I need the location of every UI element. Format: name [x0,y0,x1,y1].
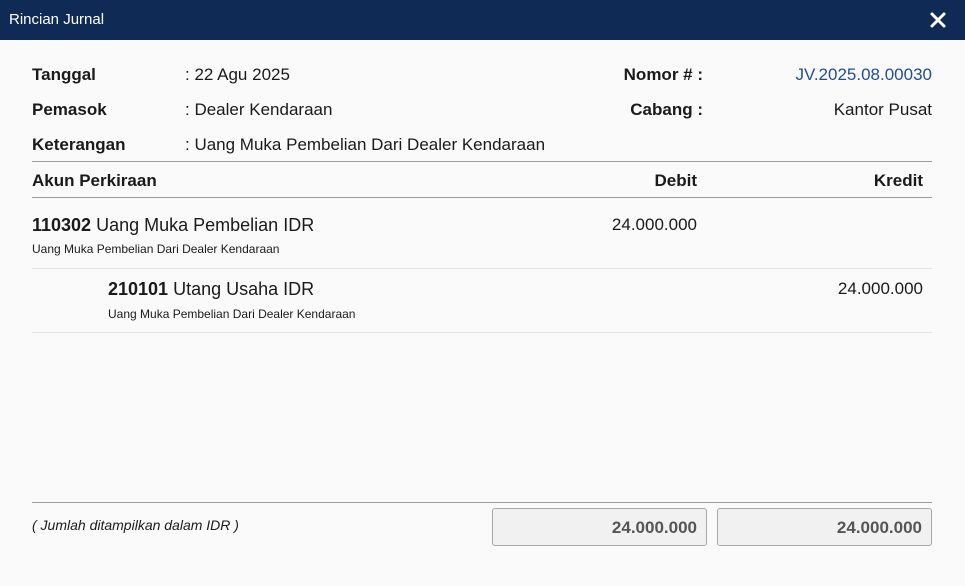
nomor-link[interactable]: JV.2025.08.00030 [796,65,932,85]
table-top-divider [32,161,932,162]
pemasok-value: : Dealer Kendaraan [185,100,333,119]
row-memo: Uang Muka Pembelian Dari Dealer Kendaraa… [32,242,280,256]
total-debit-field: 24.000.000 [492,508,707,546]
cabang-value: Kantor Pusat [833,100,932,119]
account-code: 110302 [32,215,92,235]
row-divider [32,332,932,333]
row-memo: Uang Muka Pembelian Dari Dealer Kendaraa… [108,307,356,321]
dialog-titlebar: Rincian Jurnal [0,0,965,40]
account-name: 110302 Uang Muka Pembelian IDR [32,215,314,236]
row-divider [32,268,932,269]
column-header-debit: Debit [654,171,698,190]
total-credit-field: 24.000.000 [717,508,932,546]
currency-note: ( Jumlah ditampilkan dalam IDR ) [32,517,239,533]
keterangan-label: Keterangan [32,135,126,154]
credit-amount: 24.000.000 [837,279,923,298]
footer-divider [32,502,932,503]
keterangan-value: : Uang Muka Pembelian Dari Dealer Kendar… [185,135,546,154]
table-header-divider [32,197,932,198]
account-name: 210101 Utang Usaha IDR [108,279,314,300]
cabang-label: Cabang : [630,100,703,119]
account-code: 210101 [108,279,169,299]
debit-amount: 24.000.000 [611,215,697,234]
dialog-title: Rincian Jurnal [9,11,105,28]
column-header-account: Akun Perkiraan [32,171,157,190]
tanggal-value: : 22 Agu 2025 [185,65,290,84]
column-header-credit: Kredit [873,171,923,190]
account-title: Uang Muka Pembelian IDR [96,215,315,235]
tanggal-label: Tanggal [32,65,96,84]
pemasok-label: Pemasok [32,100,107,119]
nomor-label: Nomor # : [623,65,703,84]
account-title: Utang Usaha IDR [173,279,315,299]
close-icon[interactable] [927,9,949,31]
